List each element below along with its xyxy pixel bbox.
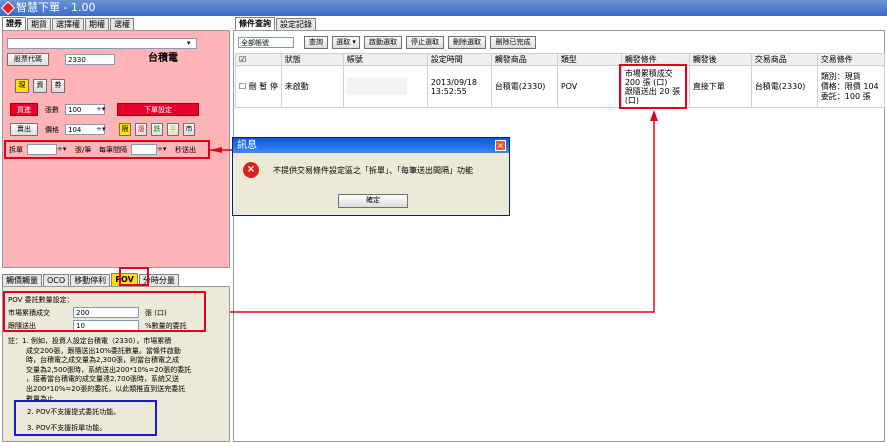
- pov-note-1-line: 時，台積電之成交量為2,300張，則當台積電之成: [26, 356, 180, 365]
- tab-trailing-stop[interactable]: 移動停利: [70, 274, 111, 286]
- pov-arrow-head-up: [650, 110, 658, 121]
- strategy-tab-bar: 觸價觸量 OCO 移動停利 POV 分時分量: [2, 270, 230, 286]
- pov-note-1-line: 出200*10%=20張的委託，以此類推直到送完委託: [26, 384, 186, 393]
- pov-notes-highlight-box: [14, 400, 157, 436]
- pov-note-1-line: 成交200張，跟隨送出10%委託數量。當條件啟動: [26, 346, 181, 355]
- split-arrow-head: [210, 147, 222, 153]
- pov-settings-highlight-box: [3, 291, 206, 332]
- pov-note-1-line: ，接著當台積電的成交量達2,700張時，系統又送: [26, 375, 180, 384]
- tab-touch-price[interactable]: 觸價觸量: [2, 274, 42, 286]
- pov-note-1-line: 交量為2,500張時，系統送出200*10%=20張的委託: [26, 365, 192, 374]
- pov-note-1-line: 註：1. 例如，投資人設定台積電（2330），市場累積: [8, 337, 172, 345]
- pov-tab-highlight-box: [119, 267, 149, 286]
- tab-oco[interactable]: OCO: [43, 274, 70, 286]
- pov-note-1: 註：1. 例如，投資人設定台積電（2330），市場累積 成交200張，跟隨送出1…: [8, 337, 191, 404]
- pov-arrow: [205, 112, 655, 313]
